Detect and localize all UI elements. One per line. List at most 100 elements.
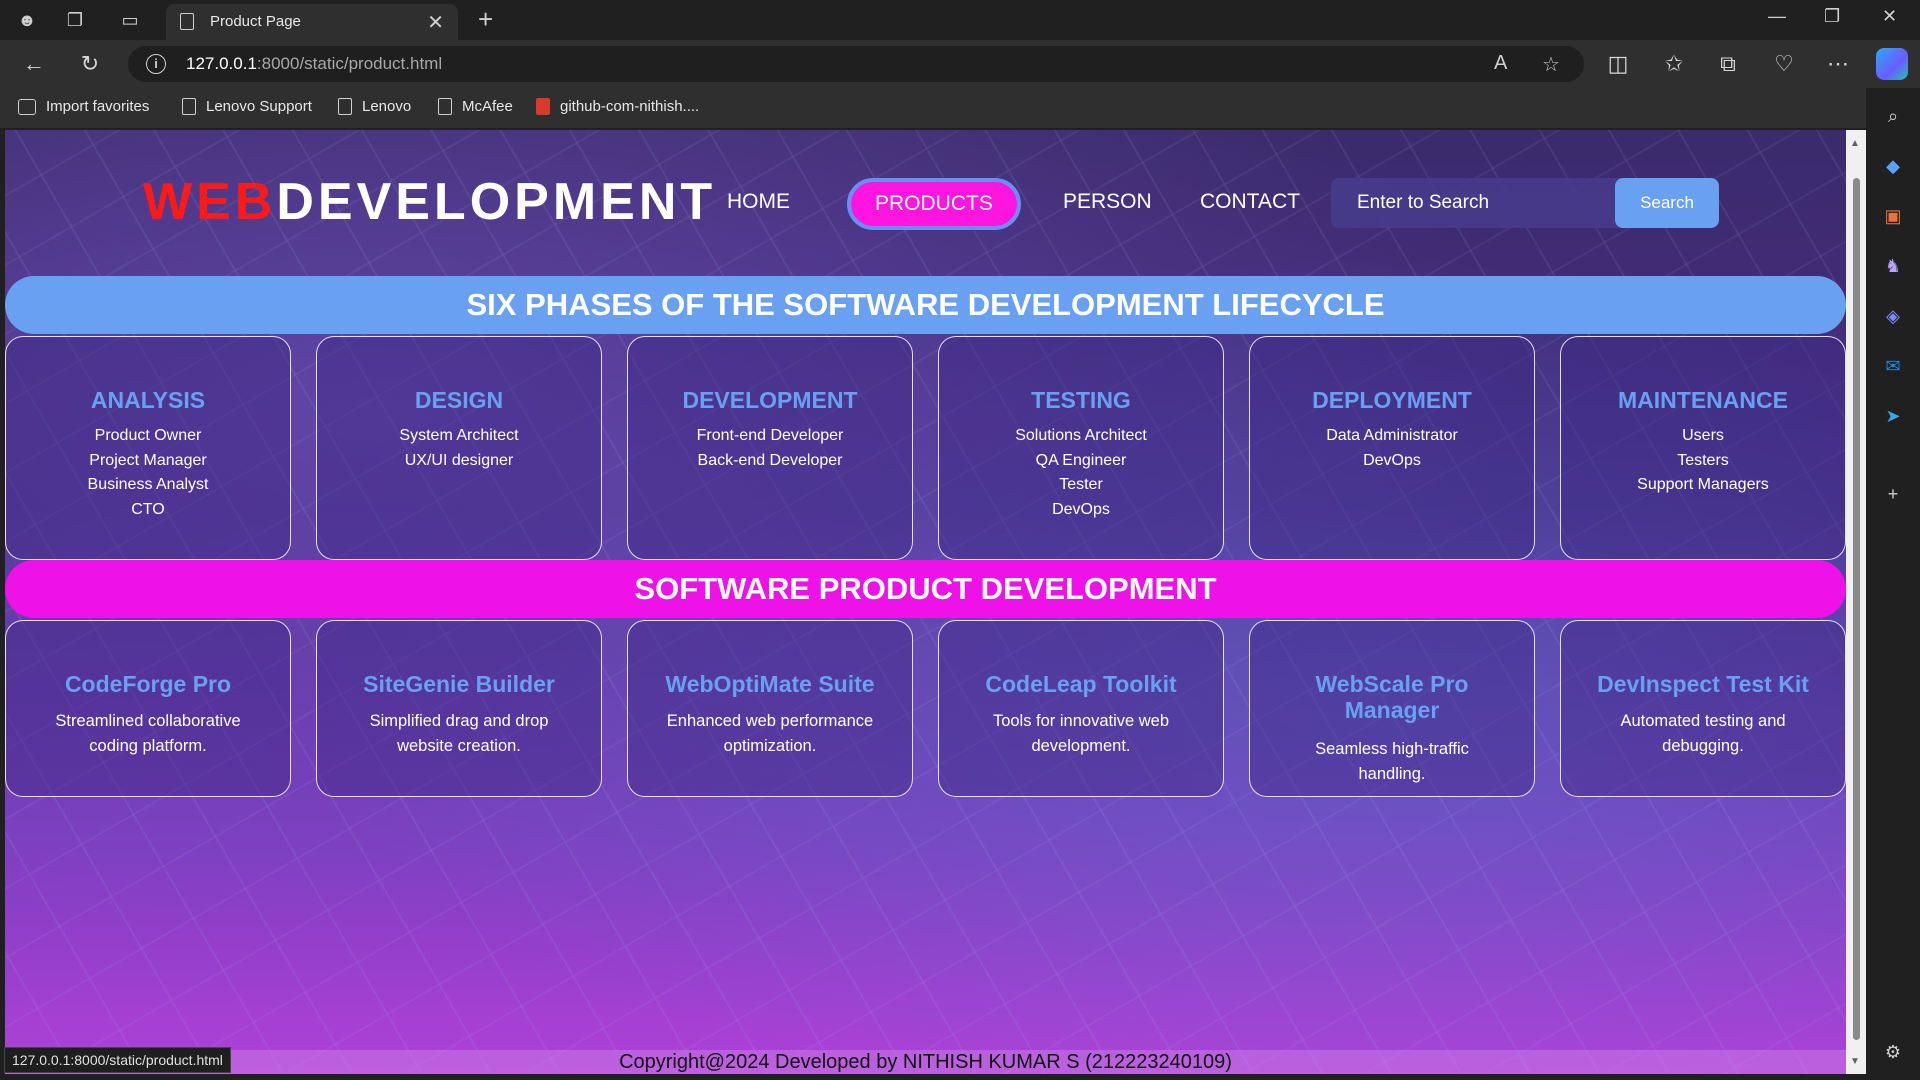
page-icon (438, 98, 452, 115)
nav-contact[interactable]: CONTACT (1200, 190, 1300, 214)
role-item: CTO (131, 500, 165, 518)
product-card-devinspect: DevInspect Test Kit Automated testing an… (1560, 620, 1846, 797)
browser-essentials-icon[interactable]: ♡ (1770, 50, 1798, 78)
workspaces-icon[interactable]: ❐ (63, 8, 87, 32)
phase-title: DESIGN (414, 387, 504, 413)
role-item: DevOps (1052, 500, 1110, 518)
role-item: Solutions Architect (1015, 427, 1147, 444)
vertical-tabs-icon[interactable]: ▭ (118, 8, 142, 32)
outlook-icon[interactable]: ✉ (1881, 354, 1905, 378)
nav-products[interactable]: PRODUCTS (847, 178, 1021, 230)
product-description: Streamlined collaborative coding platfor… (55, 712, 241, 755)
send-icon[interactable]: ➤ (1881, 404, 1905, 428)
product-title: DevInspect Test Kit (1597, 671, 1809, 697)
phase-roles: Data Administrator DevOps (1250, 424, 1534, 473)
product-description: Simplified drag and drop website creatio… (369, 712, 549, 755)
phase-card-analysis: ANALYSIS Product Owner Project Manager B… (5, 336, 291, 560)
products-banner: SOFTWARE PRODUCT DEVELOPMENT (5, 560, 1846, 618)
favorite-lenovo-support[interactable]: Lenovo Support (182, 98, 312, 115)
edge-sidebar: ⌕ ◆ ▣ ♞ ◈ ✉ ➤ + ⚙ (1866, 88, 1920, 1080)
role-item: DevOps (1363, 451, 1421, 469)
minimize-icon[interactable]: — (1768, 6, 1786, 27)
collections-icon[interactable]: ⧉ (1714, 50, 1742, 78)
product-title: CodeForge Pro (64, 671, 232, 697)
page-icon (180, 13, 194, 30)
phase-roles: System Architect UX/UI designer (317, 424, 601, 473)
address-bar[interactable]: i 127.0.0.1:8000/static/product.html A ☆ (128, 46, 1584, 82)
favorite-github[interactable]: github-com-nithish.... (536, 98, 699, 115)
copilot-icon[interactable] (1876, 48, 1908, 80)
site-info-icon[interactable]: i (146, 54, 166, 74)
nav-home[interactable]: HOME (727, 190, 790, 214)
back-icon[interactable]: ← (20, 50, 48, 78)
role-item: QA Engineer (1035, 451, 1127, 469)
favorite-label: github-com-nithish.... (560, 98, 700, 115)
window-close-icon[interactable]: ✕ (1882, 6, 1897, 27)
page-viewport: WEBDEVELOPMENT HOME PRODUCTS PERSON CONT… (5, 130, 1846, 1074)
role-item: Users (1682, 427, 1724, 444)
browser-tab[interactable]: Product Page ✕ (166, 4, 458, 40)
phase-roles: Front-end Developer Back-end Developer (628, 424, 912, 473)
favorite-lenovo[interactable]: Lenovo (338, 98, 411, 115)
microsoft-365-icon[interactable]: ◈ (1881, 304, 1905, 328)
site-logo: WEBDEVELOPMENT (143, 173, 717, 231)
new-tab-icon[interactable]: + (478, 4, 493, 35)
profile-icon[interactable]: ☻ (15, 8, 39, 32)
phase-card-maintenance: MAINTENANCE Users Testers Support Manage… (1560, 336, 1846, 560)
import-icon (18, 98, 36, 115)
page-scrollbar[interactable]: ▲ ▼ (1846, 130, 1866, 1074)
product-title: WebScale Pro Manager (1315, 671, 1469, 723)
page-icon (182, 98, 196, 115)
scroll-up-icon[interactable]: ▲ (1850, 138, 1860, 149)
favorite-import[interactable]: Import favorites (18, 98, 149, 115)
status-url-tooltip: 127.0.0.1:8000/static/product.html (4, 1047, 231, 1073)
favorite-label: Lenovo (362, 98, 412, 115)
phases-banner: SIX PHASES OF THE SOFTWARE DEVELOPMENT L… (5, 276, 1846, 334)
refresh-icon[interactable]: ↻ (76, 50, 104, 78)
role-item: Front-end Developer (696, 427, 844, 444)
close-tab-icon[interactable]: ✕ (427, 10, 444, 35)
phase-title: DEVELOPMENT (682, 387, 858, 413)
shopping-tag-icon[interactable]: ◆ (1881, 154, 1905, 178)
search-button[interactable]: Search (1615, 178, 1719, 228)
product-description: Tools for innovative web development. (992, 712, 1170, 755)
nav-person[interactable]: PERSON (1063, 190, 1152, 214)
phase-card-development: DEVELOPMENT Front-end Developer Back-end… (627, 336, 913, 560)
search-icon[interactable]: ⌕ (1881, 104, 1905, 128)
read-aloud-icon[interactable]: A (1494, 52, 1507, 75)
favorites-icon[interactable]: ✩ (1660, 50, 1688, 78)
role-item: Product Owner (94, 427, 202, 444)
favorite-star-icon[interactable]: ☆ (1542, 52, 1560, 77)
product-description: Enhanced web performance optimization. (666, 712, 874, 755)
search-form: Search (1331, 178, 1719, 228)
add-sidebar-app-icon[interactable]: + (1881, 482, 1905, 506)
page-footer: Copyright@2024 Developed by NITHISH KUMA… (5, 1050, 1846, 1074)
favorite-mcafee[interactable]: McAfee (438, 98, 513, 115)
product-card-weboptimate: WebOptiMate Suite Enhanced web performan… (627, 620, 913, 797)
product-title: WebOptiMate Suite (665, 671, 875, 697)
scroll-down-icon[interactable]: ▼ (1850, 1056, 1860, 1067)
tab-title: Product Page (210, 13, 301, 30)
product-card-codeleap: CodeLeap Toolkit Tools for innovative we… (938, 620, 1224, 797)
role-item: Tester (1059, 476, 1103, 493)
phase-roles: Users Testers Support Managers (1561, 424, 1845, 498)
games-icon[interactable]: ♞ (1881, 254, 1905, 278)
phase-title: TESTING (1031, 387, 1131, 413)
pdf-icon (536, 98, 550, 115)
more-options-icon[interactable]: ⋯ (1824, 50, 1852, 78)
search-input[interactable] (1331, 178, 1621, 228)
restore-icon[interactable]: ❐ (1824, 6, 1840, 27)
role-item: Business Analyst (87, 476, 209, 493)
split-screen-icon[interactable]: ◫ (1604, 50, 1632, 78)
favorite-label: McAfee (462, 98, 513, 115)
product-title: CodeLeap Toolkit (985, 671, 1177, 697)
role-item: Data Administrator (1326, 427, 1458, 444)
role-item: Support Managers (1637, 476, 1769, 493)
scrollbar-thumb[interactable] (1853, 178, 1860, 1040)
favorites-bar: Import favorites Lenovo Support Lenovo M… (0, 88, 1920, 128)
role-item: System Architect (399, 427, 519, 444)
browser-toolbar: ← ↻ i 127.0.0.1:8000/static/product.html… (0, 40, 1920, 88)
tools-icon[interactable]: ▣ (1881, 204, 1905, 228)
phase-title: ANALYSIS (90, 387, 206, 413)
settings-gear-icon[interactable]: ⚙ (1881, 1040, 1905, 1064)
